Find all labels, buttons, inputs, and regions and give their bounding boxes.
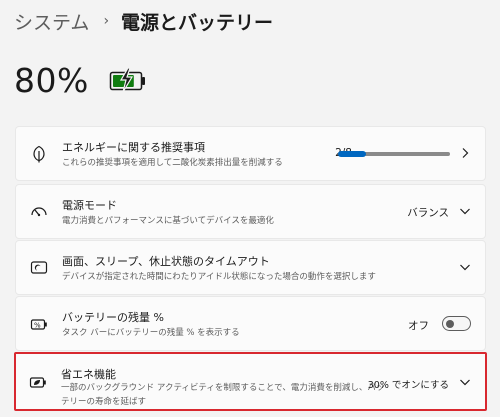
power-mode-description: 電力消費とパフォーマンスに基づいてデバイスを最適化 bbox=[62, 216, 274, 226]
sleep-timeouts-title: 画面、スリープ、休止状態のタイムアウト bbox=[62, 255, 270, 268]
power-mode-title: 電源モード bbox=[62, 199, 117, 212]
energy-saver-description: 一部のバックグラウンド アクティビティを制限することで、電力消費を削減し、バッテ… bbox=[61, 383, 385, 407]
energy-recommendations-card[interactable]: エネルギーに関する推奨事項 これらの推奨事項を適用して二酸化炭素排出量を削減する… bbox=[15, 126, 486, 181]
battery-percent-icon: % bbox=[30, 319, 47, 330]
recommendations-progress-bar bbox=[338, 151, 450, 157]
chevron-right-icon bbox=[462, 148, 469, 158]
energy-recommendations-description: これらの推奨事項を適用して二酸化炭素排出量を削減する bbox=[62, 158, 283, 168]
energy-saver-threshold: 30% でオンにする bbox=[367, 380, 449, 391]
power-mode-dropdown[interactable]: バランス bbox=[407, 205, 449, 220]
sleep-timeouts-card[interactable]: 画面、スリープ、休止状態のタイムアウト デバイスが指定された時間にわたりアイドル… bbox=[15, 240, 486, 295]
monitor-sleep-icon bbox=[30, 261, 48, 274]
chevron-down-icon[interactable] bbox=[459, 261, 471, 273]
chevron-right-icon: › bbox=[103, 13, 110, 29]
energy-saver-title: 省エネ機能 bbox=[61, 368, 116, 381]
battery-percentage-toggle[interactable] bbox=[442, 316, 471, 331]
breadcrumb-system-link[interactable]: システム bbox=[14, 8, 89, 35]
battery-charging-icon bbox=[109, 67, 145, 93]
breadcrumb: システム › 電源とバッテリー bbox=[14, 6, 273, 36]
battery-percentage-card: % バッテリーの残量 % タスク バーにバッテリーの残量 % を表示する オフ bbox=[15, 296, 486, 351]
toggle-knob bbox=[446, 319, 454, 328]
chevron-down-icon[interactable] bbox=[459, 376, 471, 388]
battery-percentage-title: バッテリーの残量 % bbox=[62, 311, 164, 324]
battery-saver-icon bbox=[29, 377, 46, 388]
page-title: 電源とバッテリー bbox=[121, 11, 274, 34]
recommendations-progress-fill bbox=[338, 151, 366, 157]
battery-summary: 80% bbox=[14, 58, 147, 102]
leaf-icon bbox=[33, 145, 45, 163]
chevron-down-icon[interactable] bbox=[459, 205, 471, 217]
speedometer-icon bbox=[31, 207, 47, 217]
battery-percentage-toggle-label: オフ bbox=[408, 320, 429, 332]
sleep-timeouts-description: デバイスが指定された時間にわたりアイドル状態になった場合の動作を選択します bbox=[62, 272, 376, 282]
battery-percentage-description: タスク バーにバッテリーの残量 % を表示する bbox=[62, 328, 240, 338]
power-mode-card: 電源モード 電力消費とパフォーマンスに基づいてデバイスを最適化 バランス bbox=[15, 184, 486, 239]
energy-saver-card[interactable]: 省エネ機能 一部のバックグラウンド アクティビティを制限することで、電力消費を削… bbox=[14, 352, 487, 411]
svg-text:%: % bbox=[34, 322, 41, 330]
energy-recommendations-title: エネルギーに関する推奨事項 bbox=[62, 141, 205, 154]
battery-percentage: 80% bbox=[14, 60, 89, 100]
